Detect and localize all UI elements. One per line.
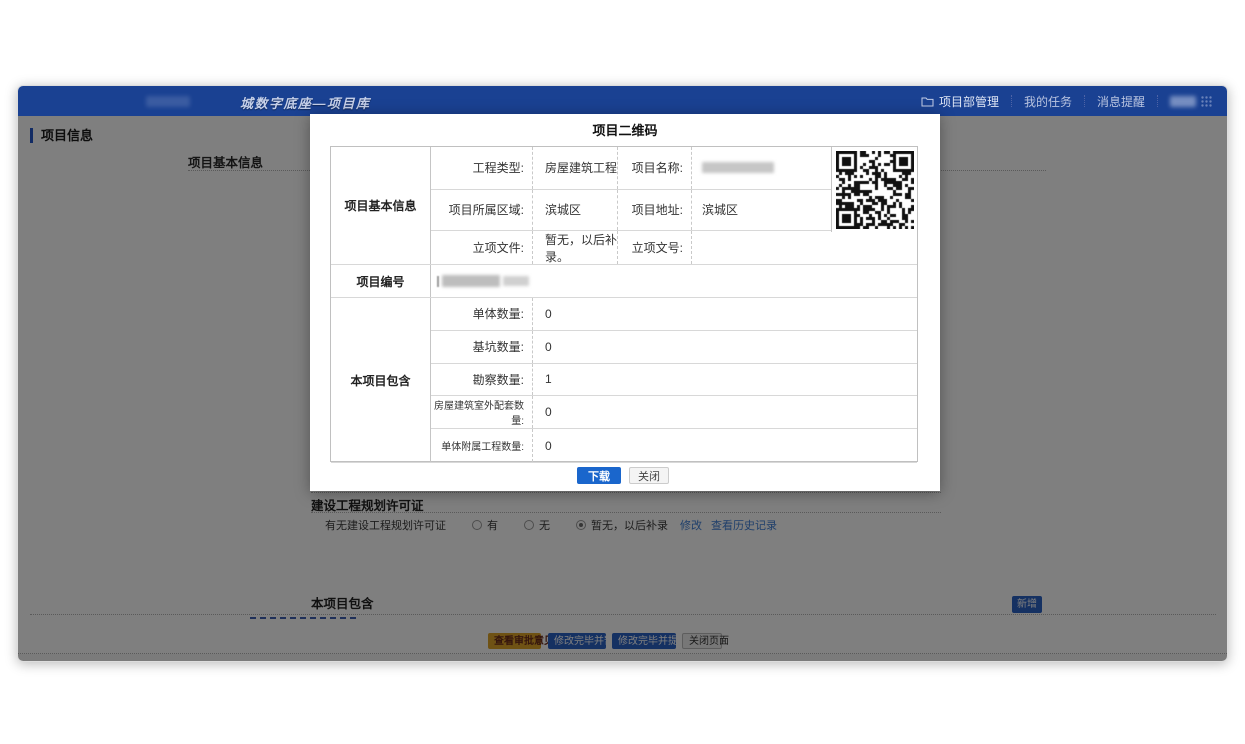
field-label: 工程类型: [431,159,532,176]
redacted-project-number [503,276,529,286]
redacted-project-number [442,275,500,287]
field-value: 0 [532,298,917,330]
qr-code-cell [831,147,917,232]
qr-code-modal: 项目二维码 项目基本信息 工程类型: 房屋建筑工程 项目名称: 项目所属区域: [310,114,940,491]
table-row: 立项文件: 暂无，以后补录。 立项文号: [431,231,917,264]
download-button[interactable]: 下载 [577,467,621,484]
nav-separator [1157,95,1158,107]
table-row: 单体附属工程数量: 0 [431,429,917,462]
field-value: 0 [532,331,917,363]
table-row: 单体数量: 0 [431,298,917,331]
field-value: 1 [532,364,917,396]
modal-buttons: 下载 关闭 [310,467,940,487]
qr-info-table: 项目基本信息 工程类型: 房屋建筑工程 项目名称: 项目所属区域: 滨城区 项目… [330,146,918,462]
table-group-number: 项目编号 [331,265,917,298]
field-label: 项目所属区域: [431,201,532,218]
apps-grid-icon[interactable] [1200,95,1213,108]
field-label: 立项文件: [431,239,532,256]
app-window: 城数字底座—项目库 项目部管理 我的任务 消息提醒 [17,85,1228,662]
table-group-includes: 本项目包含 单体数量: 0 基坑数量: 0 勘察数量: 1 [331,298,917,463]
field-value: 房屋建筑工程 [532,147,617,189]
field-value: 0 [532,396,917,428]
field-label: 勘察数量: [431,371,532,388]
header-nav: 项目部管理 我的任务 消息提醒 [909,86,1217,116]
field-label: 单体数量: [431,305,532,322]
redacted-mark [437,276,439,287]
table-row: 勘察数量: 1 [431,364,917,397]
group-label-includes: 本项目包含 [331,298,431,462]
modal-title: 项目二维码 [310,114,940,139]
top-header: 城数字底座—项目库 项目部管理 我的任务 消息提醒 [18,86,1227,116]
redacted-username [1170,96,1196,107]
nav-project-dept-label: 项目部管理 [939,93,999,110]
close-button[interactable]: 关闭 [629,467,669,484]
nav-my-tasks[interactable]: 我的任务 [1012,93,1084,110]
field-label: 基坑数量: [431,338,532,355]
nav-messages[interactable]: 消息提醒 [1085,93,1157,110]
folder-icon [921,96,934,107]
group-label-basic: 项目基本信息 [331,147,431,264]
app-title: 城数字底座—项目库 [240,93,371,112]
field-value [691,231,917,264]
project-number-cell [431,265,917,297]
field-value: 滨城区 [532,190,617,231]
field-label: 项目地址: [617,190,691,231]
field-label: 单体附属工程数量: [431,438,532,453]
group-label-number: 项目编号 [331,265,431,297]
table-group-basic: 项目基本信息 工程类型: 房屋建筑工程 项目名称: 项目所属区域: 滨城区 项目… [331,147,917,265]
nav-messages-label: 消息提醒 [1097,93,1145,110]
field-value: 0 [532,429,917,462]
table-row: 房屋建筑室外配套数量: 0 [431,396,917,429]
redacted-project-name [702,162,774,173]
nav-my-tasks-label: 我的任务 [1024,93,1072,110]
redacted-logo [146,96,190,107]
field-label: 房屋建筑室外配套数量: [431,397,532,427]
field-label: 立项文号: [617,231,691,264]
qr-code-image [836,151,914,229]
nav-project-dept[interactable]: 项目部管理 [909,93,1011,110]
field-label: 项目名称: [617,147,691,189]
field-value: 暂无，以后补录。 [532,231,617,264]
table-row: 基坑数量: 0 [431,331,917,364]
